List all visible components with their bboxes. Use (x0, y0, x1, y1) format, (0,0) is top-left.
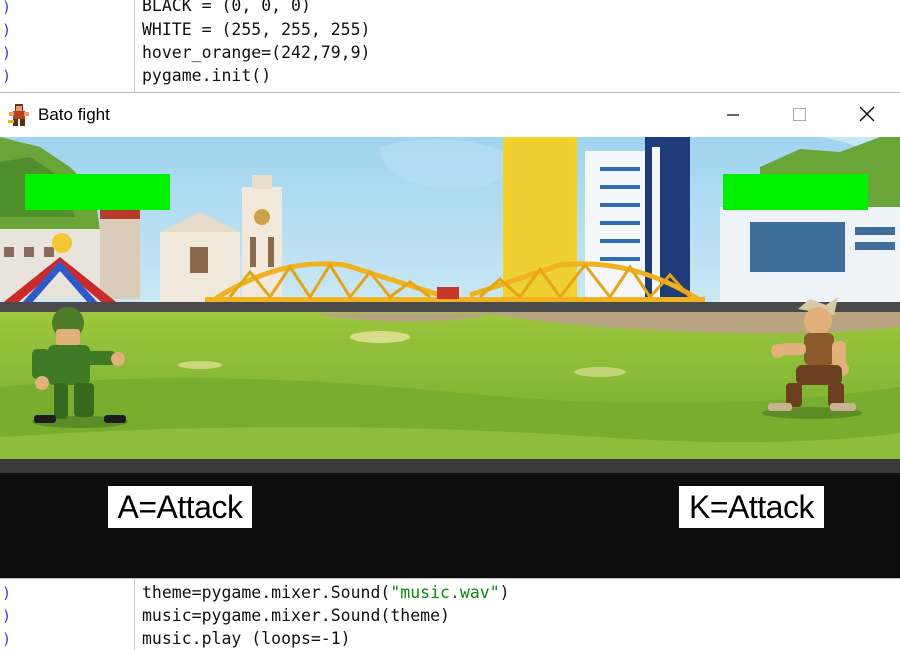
maximize-icon (793, 108, 806, 121)
title-bar[interactable]: Bato fight (0, 93, 900, 137)
code-text: theme=pygame.mixer.Sound( (142, 583, 391, 602)
gutter-marker: ) (2, 630, 12, 648)
gutter-marker: ) (2, 607, 12, 625)
gutter-marker: ) (2, 21, 12, 39)
player1-attack-hint: A=Attack (108, 486, 252, 528)
gutter-marker: ) (2, 0, 12, 16)
building (100, 209, 140, 299)
string-literal: "music.wav" (390, 583, 500, 602)
code-line[interactable]: hover_orange=(242,79,9) (142, 43, 370, 63)
game-window: Bato fight A=Attack K=Attack (0, 93, 900, 578)
game-canvas[interactable]: A=Attack K=Attack (0, 137, 900, 578)
gutter-marker: ) (2, 67, 12, 85)
gutter-marker: ) (2, 44, 12, 62)
code-line[interactable]: music.play (loops=-1) (142, 629, 351, 649)
player1-health-bar (25, 174, 170, 210)
code-line[interactable]: theme=pygame.mixer.Sound("music.wav") (142, 583, 510, 603)
controls-hud: A=Attack K=Attack (0, 473, 900, 578)
fighter-sprite-icon (8, 104, 29, 126)
minimize-icon (727, 114, 739, 116)
player2-attack-hint: K=Attack (679, 486, 824, 528)
close-icon (859, 106, 875, 122)
player2-health-bar (723, 174, 868, 210)
gutter-marker: ) (2, 584, 12, 602)
code-line[interactable]: music=pygame.mixer.Sound(theme) (142, 606, 450, 626)
road (0, 302, 900, 312)
code-text: ) (499, 583, 510, 602)
code-line[interactable]: pygame.init() (142, 66, 271, 86)
code-line[interactable]: BLACK = (0, 0, 0) (142, 0, 311, 16)
code-line[interactable]: WHITE = (255, 255, 255) (142, 20, 370, 40)
close-button[interactable] (834, 93, 900, 137)
minimize-button[interactable] (700, 93, 766, 137)
maximize-button[interactable] (766, 93, 832, 137)
window-title: Bato fight (38, 105, 110, 124)
